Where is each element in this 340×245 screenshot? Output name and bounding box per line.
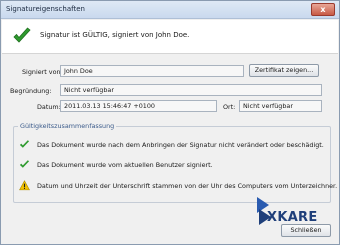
window-title: Signatureigenschaften	[6, 5, 85, 13]
logo-text: XKARE	[267, 210, 318, 225]
title-bar[interactable]: Signatureigenschaften x	[1, 1, 339, 19]
date-field[interactable]: 2011.03.13 15:46:47 +0100	[60, 100, 217, 112]
warning-icon	[19, 180, 30, 191]
close-window-button[interactable]: x	[311, 3, 335, 16]
validity-item-text: Das Dokument wurde vom aktuellen Benutze…	[37, 161, 213, 169]
signature-status-text: Signatur ist GÜLTIG, signiert von John D…	[40, 31, 190, 39]
validity-item: Das Dokument wurde vom aktuellen Benutze…	[19, 159, 325, 173]
validity-item-text: Das Dokument wurde nach dem Anbringen de…	[37, 141, 324, 149]
green-check-icon	[19, 140, 30, 148]
close-button[interactable]: Schließen	[281, 224, 331, 237]
validity-item: Datum und Uhrzeit der Unterschrift stamm…	[19, 180, 337, 194]
validity-item: Das Dokument wurde nach dem Anbringen de…	[19, 139, 325, 153]
status-banner: Signatur ist GÜLTIG, signiert von John D…	[2, 20, 338, 54]
green-check-icon	[19, 160, 30, 168]
signed-by-field[interactable]: John Doe	[60, 65, 244, 77]
date-label: Datum:	[37, 103, 61, 111]
location-field[interactable]: Nicht verfügbar	[239, 100, 322, 112]
signed-by-label: Signiert von:	[22, 68, 63, 76]
validity-summary-title: Gültigkeitszusammenfassung	[18, 122, 117, 130]
show-certificate-button[interactable]: Zertifikat zeigen...	[249, 64, 319, 77]
reason-label: Begründung:	[10, 87, 52, 95]
reason-field[interactable]: Nicht verfügbar	[60, 84, 322, 96]
validity-item-text: Datum und Uhrzeit der Unterschrift stamm…	[37, 182, 338, 190]
signature-properties-dialog: Signatureigenschaften x Signatur ist GÜL…	[0, 0, 340, 245]
location-label: Ort:	[223, 103, 236, 111]
green-check-icon	[13, 27, 31, 43]
